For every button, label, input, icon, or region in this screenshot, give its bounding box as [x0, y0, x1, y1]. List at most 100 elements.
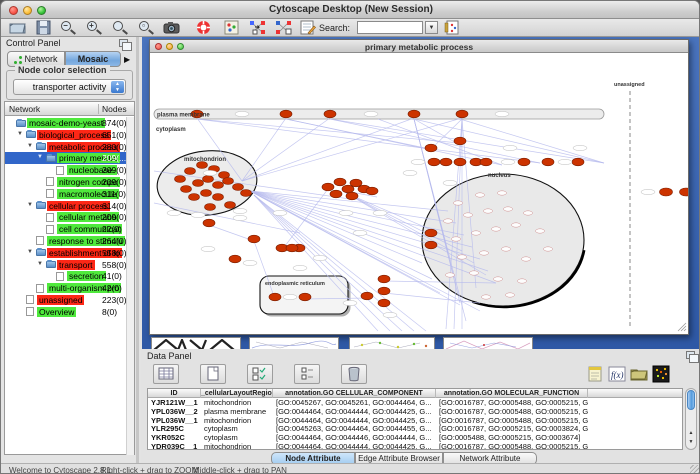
table-column-header[interactable]: ID — [148, 389, 201, 398]
float-data-panel-icon[interactable] — [686, 351, 695, 359]
nucleus-gene-node[interactable] — [522, 257, 531, 261]
gene-node[interactable] — [542, 158, 554, 166]
gene-label-node[interactable] — [501, 159, 515, 164]
nucleus-gene-node[interactable] — [536, 229, 545, 233]
expander-icon[interactable]: ▼ — [37, 261, 43, 267]
gene-label-node[interactable] — [191, 212, 205, 217]
gene-node[interactable] — [201, 190, 212, 197]
gene-node[interactable] — [241, 190, 252, 197]
gene-node[interactable] — [213, 182, 224, 189]
tree-row-unassigned[interactable]: unassigned223(0) — [5, 294, 126, 306]
gene-node[interactable] — [233, 184, 244, 191]
gene-node[interactable] — [203, 219, 215, 227]
vizmapper-icon[interactable] — [223, 20, 240, 35]
nucleus-gene-node[interactable] — [464, 213, 473, 217]
tree-row-establishment-of-lo[interactable]: ▼establishment of lo558(0) — [5, 247, 126, 259]
table-vertical-scrollbar[interactable]: ▲ ▼ — [685, 388, 697, 450]
nucleus-gene-node[interactable] — [506, 293, 515, 297]
gene-node[interactable] — [366, 187, 378, 195]
tree-row-transport[interactable]: ▼transport558(0) — [5, 259, 126, 271]
window-resize-grip[interactable] — [678, 323, 686, 331]
expander-icon[interactable]: ▼ — [27, 249, 33, 255]
tree-row-primary-metabo[interactable]: ▼primary metabo209(... — [5, 152, 126, 164]
gene-label-node[interactable] — [503, 145, 517, 150]
gene-label-node[interactable] — [495, 111, 509, 116]
nucleus-gene-node[interactable] — [498, 191, 507, 195]
table-header[interactable]: ID_cellularLayoutRegionannotation.GO CEL… — [148, 389, 683, 398]
gene-label-node[interactable] — [201, 246, 215, 251]
gene-node[interactable] — [454, 137, 466, 145]
gene-node[interactable] — [248, 235, 260, 243]
import-annotation-icon[interactable] — [299, 20, 316, 35]
gene-node[interactable] — [425, 229, 437, 237]
save-icon[interactable] — [35, 20, 52, 35]
gene-node[interactable] — [205, 204, 216, 211]
gene-label-node[interactable] — [364, 111, 378, 116]
gene-label-node[interactable] — [203, 170, 217, 175]
new-attribute-button[interactable] — [200, 364, 226, 384]
gene-node[interactable] — [378, 299, 390, 307]
more-tabs-arrow[interactable]: ▶ — [124, 55, 130, 64]
gene-node[interactable] — [185, 168, 196, 175]
tree-row-biological-process[interactable]: ▼biological_process651(0) — [5, 129, 126, 141]
network-view-window[interactable]: primary metabolic process plasma membran… — [149, 39, 689, 335]
tree-row-overview[interactable]: Overview8(0) — [5, 306, 126, 318]
table-row[interactable]: YPL036W__1mitochondrion[GO:0044464, GO:0… — [148, 417, 683, 426]
gene-node[interactable] — [480, 158, 492, 166]
network-tree-header[interactable]: Network Nodes — [5, 102, 134, 116]
nucleus-gene-node[interactable] — [512, 223, 521, 227]
nucleus-gene-node[interactable] — [484, 209, 493, 213]
gene-label-node[interactable] — [235, 111, 249, 116]
nucleus-gene-node[interactable] — [472, 231, 481, 235]
gene-node[interactable] — [181, 186, 192, 193]
gene-label-node[interactable] — [373, 210, 387, 215]
gene-label-node[interactable] — [243, 260, 257, 265]
gene-node[interactable] — [324, 110, 336, 118]
gene-node[interactable] — [572, 158, 584, 166]
table-row[interactable]: YKR052Ccytoplasm[GO:0044464, GO:0044446,… — [148, 434, 683, 443]
tree-row-metabolic-process[interactable]: ▼metabolic process280(0) — [5, 141, 126, 153]
gene-node[interactable] — [456, 110, 468, 118]
select-attributes-button[interactable] — [247, 364, 273, 384]
gene-node[interactable] — [425, 144, 437, 152]
gene-node[interactable] — [330, 190, 342, 198]
tree-scrollbar[interactable] — [126, 117, 134, 455]
float-panel-icon[interactable] — [119, 39, 128, 47]
zoom-in-icon[interactable]: + — [87, 21, 97, 31]
gene-node[interactable] — [189, 194, 200, 201]
gene-label-node[interactable] — [343, 300, 357, 305]
tree-row-multi-organism-pro[interactable]: multi-organism pro42(0) — [5, 282, 126, 294]
tree-row-secretion[interactable]: secretion41(0) — [5, 270, 126, 282]
table-row[interactable]: YLR295Ccytoplasm[GO:0045263, GO:0044464,… — [148, 425, 683, 434]
gene-node[interactable] — [213, 194, 224, 201]
nucleus-gene-node[interactable] — [480, 251, 489, 255]
plasma-membrane-region[interactable] — [154, 109, 604, 119]
nucleus-gene-node[interactable] — [502, 247, 511, 251]
gene-node[interactable] — [193, 180, 204, 187]
search-options-dropdown[interactable]: ▼ — [425, 21, 438, 34]
gene-label-node[interactable] — [167, 210, 181, 215]
gene-label-node[interactable] — [283, 294, 297, 299]
gene-node[interactable] — [518, 158, 530, 166]
gene-label-node[interactable] — [383, 312, 397, 317]
network-canvas[interactable]: plasma membrane cytoplasm mitochondrion … — [150, 53, 688, 334]
open-file-icon[interactable] — [9, 20, 26, 35]
gene-node[interactable] — [428, 158, 440, 166]
matrix-heatmap-icon[interactable] — [652, 365, 670, 383]
nucleus-gene-node[interactable] — [544, 247, 553, 251]
unselect-attributes-button[interactable] — [294, 364, 320, 384]
gene-node[interactable] — [378, 275, 390, 283]
delete-attribute-trash-button[interactable] — [341, 364, 367, 384]
table-column-header[interactable]: annotation.GO CELLULAR_COMPONENT — [273, 389, 436, 398]
expander-icon[interactable]: ▼ — [27, 202, 33, 208]
gene-label-node[interactable] — [353, 230, 367, 235]
search-index-icon[interactable] — [444, 20, 461, 35]
nucleus-gene-node[interactable] — [458, 255, 467, 259]
gene-node[interactable] — [225, 202, 236, 209]
scroll-up-arrow[interactable]: ▲ — [687, 429, 695, 438]
gene-node[interactable] — [350, 179, 362, 187]
gene-node[interactable] — [361, 292, 373, 300]
node-color-dropdown[interactable]: transporter activity ▲▼ — [13, 79, 126, 95]
gene-label-node[interactable] — [313, 255, 327, 260]
gene-label-node[interactable] — [403, 170, 417, 175]
